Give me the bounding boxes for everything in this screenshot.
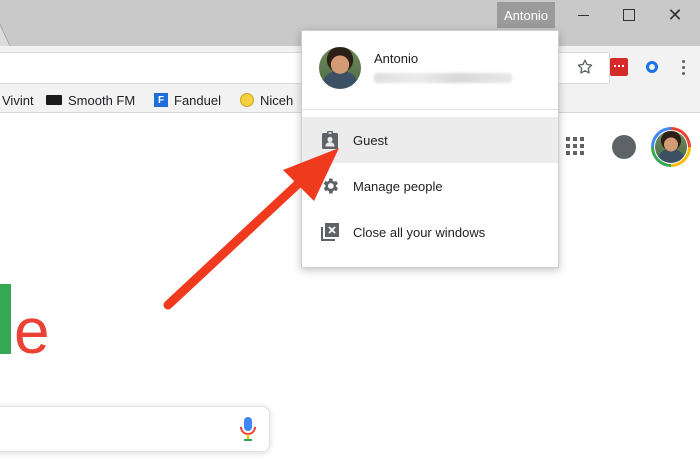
avatar-frame	[654, 130, 688, 164]
profile-header[interactable]: Antonio	[302, 31, 558, 110]
menu-item-label: Manage people	[353, 178, 443, 194]
menu-item-close-all-windows[interactable]: Close all your windows	[302, 209, 558, 255]
smooth-fm-icon	[46, 95, 62, 105]
bookmark-star-icon[interactable]	[575, 57, 595, 77]
close-icon: ✕	[667, 5, 683, 25]
fanduel-shield-icon: F	[154, 93, 168, 107]
profile-menu: Antonio Guest Manage people Close all yo…	[301, 30, 559, 268]
bookmark-label: Smooth FM	[68, 92, 136, 108]
chrome-menu-icon[interactable]	[676, 56, 690, 78]
menu-item-guest[interactable]: Guest	[302, 117, 558, 163]
google-apps-icon[interactable]	[566, 137, 584, 155]
bookmark-label: Vivint	[2, 92, 34, 108]
bookmark-nicehash[interactable]: Niceh	[240, 91, 293, 109]
notifications-bell-icon[interactable]	[612, 135, 636, 159]
logo-letter-e: e	[14, 295, 50, 360]
profile-chip-button[interactable]: Antonio	[497, 2, 555, 28]
maximize-button[interactable]	[606, 0, 652, 30]
guest-badge-icon	[320, 130, 340, 150]
search-input[interactable]	[0, 406, 270, 452]
bookmark-smooth-fm[interactable]: Smooth FM	[46, 91, 135, 109]
bookmark-fanduel[interactable]: F Fanduel	[154, 91, 221, 109]
maximize-icon	[623, 9, 635, 21]
close-windows-icon	[320, 222, 340, 242]
menu-item-manage-people[interactable]: Manage people	[302, 163, 558, 209]
bookmark-label: Niceh	[260, 92, 294, 108]
bookmark-label: Fanduel	[174, 92, 221, 108]
minimize-icon	[577, 14, 589, 16]
menu-item-label: Close all your windows	[353, 224, 486, 240]
minimize-button[interactable]	[560, 0, 606, 30]
arrow-shaft	[163, 177, 305, 310]
profile-name: Antonio	[374, 51, 419, 66]
profile-photo	[319, 47, 361, 89]
close-window-button[interactable]: ✕	[652, 0, 698, 30]
account-avatar-button[interactable]	[651, 127, 691, 167]
extension-lastpass-icon[interactable]	[610, 58, 628, 76]
profile-email-blurred	[374, 73, 512, 83]
smiley-icon	[240, 93, 254, 107]
google-logo-fragment: e	[0, 284, 50, 360]
gear-icon	[320, 176, 340, 196]
extension-circle-icon[interactable]	[642, 57, 662, 77]
microphone-icon[interactable]	[238, 416, 258, 442]
bookmark-vivint[interactable]: Vivint	[2, 91, 34, 109]
browser-tab[interactable]	[0, 24, 11, 47]
avatar	[655, 131, 687, 163]
menu-item-label: Guest	[353, 132, 388, 148]
